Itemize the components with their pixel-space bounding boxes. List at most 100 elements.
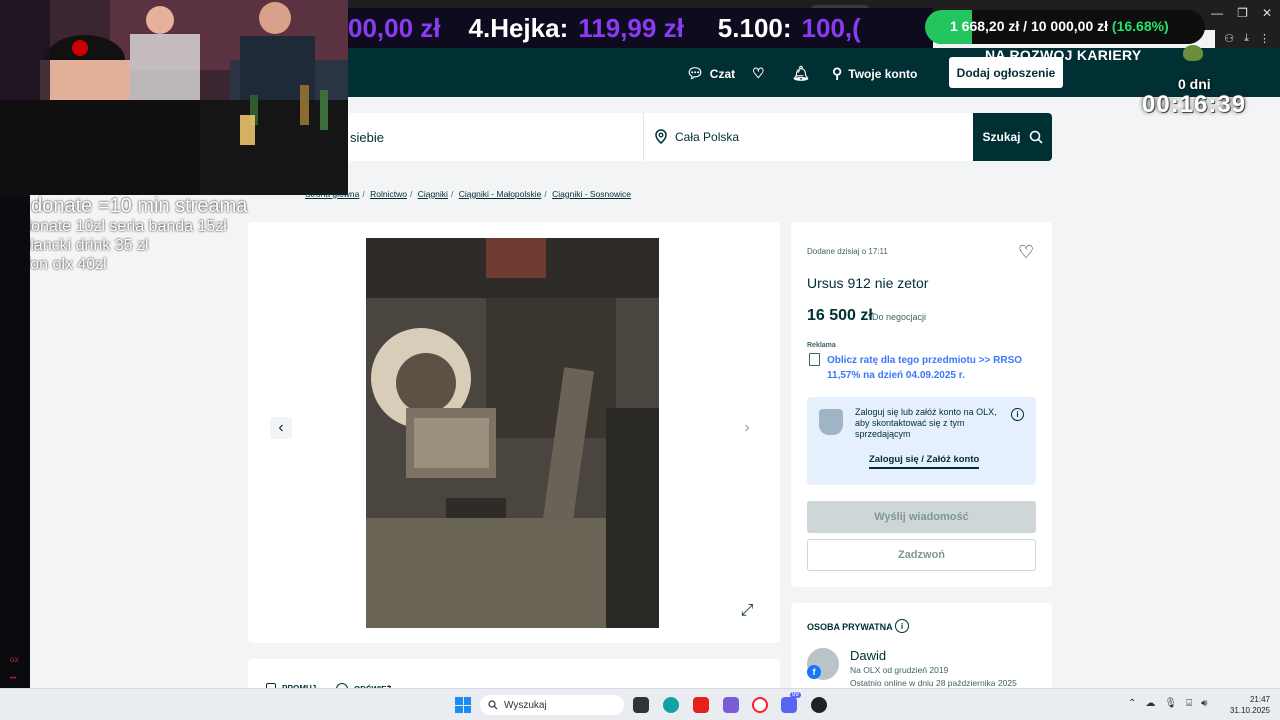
installment-calculator-link[interactable]: Oblicz ratę dla tego przedmiotu >> RRSO … — [827, 353, 1027, 383]
breadcrumb-tractors-region[interactable]: Ciągniki - Małopolskie — [459, 189, 542, 199]
left-side-panel — [0, 195, 30, 688]
seller-info-icon[interactable]: i — [895, 619, 909, 633]
search-icon — [1029, 130, 1043, 144]
location-value: Cała Polska — [675, 129, 740, 144]
stream-price-ticker: 00,00 zł 4.Hejka: 119,99 zł 5.100: 100,( — [348, 8, 933, 48]
next-image-arrow-icon[interactable]: › — [736, 417, 758, 439]
chat-link[interactable]: 💬︎ Czat — [686, 65, 735, 82]
breadcrumb: Strona główna / Rolnictwo / Ciągniki / Ciąg… — [305, 189, 632, 199]
tray-chevron-icon[interactable]: ⌃ — [1128, 698, 1136, 709]
account-label: Twoje konto — [848, 66, 918, 81]
search-bar: siebie Cała Polska — [348, 113, 974, 161]
ad-added-date: Dodane dzisiaj o 17:11 — [807, 247, 888, 256]
ticker-item4-label: 4.Hejka: — [468, 12, 569, 43]
ticker-item4-price: 119,99 zł — [578, 12, 684, 43]
negotiable-label: Do negocjacji — [872, 312, 927, 322]
clock-time: 21:47 — [1249, 695, 1270, 704]
career-goal-text: NA ROZWOJ KARIERY — [985, 47, 1142, 63]
seller-last-online: Ostatnio online w dniu 28 października 2… — [850, 678, 1017, 688]
windows-taskbar: Wyszukaj 99 ⌃ ☁ 🎙︎ ⌸ 🔊︎ 21:47 31.10.2025 — [0, 688, 1280, 720]
breadcrumb-agriculture[interactable]: Rolnictwo — [370, 189, 407, 199]
system-tray: ⌃ ☁ 🎙︎ ⌸ 🔊︎ — [1128, 698, 1207, 709]
call-button[interactable]: Zadzwoń — [807, 539, 1036, 571]
chat-label: Czat — [709, 66, 736, 81]
login-prompt-box: Zaloguj się lub załóż konto na OLX, aby … — [807, 397, 1036, 485]
fullscreen-expand-icon[interactable]: ⤢ — [736, 600, 758, 622]
donate-line-2: od donate 10zl seria banda 15zł — [0, 218, 227, 235]
login-register-link[interactable]: Zaloguj się / Załóż konto — [869, 454, 980, 469]
browser-toolbar-icons: ⚇ ⤓ ⋮ — [1224, 32, 1270, 45]
donation-goal-bar: 1 668,20 zł / 10 000,00 zł (16.68%) — [925, 10, 1205, 44]
donate-line-1: 1zl donate =10 min streama — [0, 195, 248, 217]
breadcrumb-home[interactable]: Strona główna — [305, 189, 359, 199]
ticker-item5-label: 5.100: — [717, 12, 792, 43]
favorite-heart-icon[interactable]: ♡ — [1018, 242, 1034, 263]
frog-emote-icon — [1183, 45, 1203, 61]
notifications-bell-icon[interactable]: 🔔︎ — [792, 65, 810, 82]
location-input[interactable]: Cała Polska — [655, 129, 739, 144]
microphone-icon[interactable]: 🎙︎ — [1164, 698, 1177, 709]
login-prompt-text: Zaloguj się lub załóż konto na OLX, aby … — [855, 407, 997, 439]
breadcrumb-tractors[interactable]: Ciągniki — [418, 189, 448, 199]
taskbar-search-placeholder: Wyszukaj — [504, 699, 547, 711]
info-icon[interactable]: i — [1011, 408, 1024, 421]
taskbar-search-icon — [488, 700, 498, 710]
ad-details-card: Dodane dzisiaj o 17:11 ♡ Ursus 912 nie z… — [791, 222, 1052, 587]
downloads-icon[interactable]: ⤓ — [1244, 32, 1249, 45]
opera-browser-icon[interactable] — [752, 697, 768, 713]
search-button[interactable]: Szukaj — [973, 113, 1052, 161]
donate-info-overlay: 1zl donate =10 min streama od donate 10z… — [0, 195, 247, 274]
goal-text: 1 668,20 zł / 10 000,00 zł (16.68%) — [950, 18, 1169, 34]
discord-badge: 99 — [790, 692, 801, 698]
send-message-button[interactable]: Wyślij wiadomość — [807, 501, 1036, 533]
location-pin-icon — [655, 129, 667, 144]
ticker-item5-price: 100,( — [801, 12, 861, 43]
clock-date: 31.10.2025 — [1229, 706, 1270, 715]
image-gallery: ‹ › ⤢ — [248, 222, 780, 643]
calculator-icon — [809, 353, 820, 366]
ticker-partial-price: 00,00 zł — [348, 12, 441, 43]
donate-line-3: egielancki drink 35 zl — [0, 237, 149, 254]
search-divider — [643, 113, 644, 161]
system-clock[interactable]: 21:47 31.10.2025 — [1228, 694, 1270, 716]
discord-app-icon[interactable] — [781, 697, 797, 713]
taskbar-search-input[interactable]: Wyszukaj — [480, 695, 624, 715]
previous-image-arrow-icon[interactable]: ‹ — [270, 417, 292, 439]
youtube-app-icon[interactable] — [693, 697, 709, 713]
seller-type-label: OSOBA PRYWATNA — [807, 622, 893, 632]
seller-name[interactable]: Dawid — [850, 648, 886, 663]
facebook-icon: f — [807, 665, 821, 679]
minimize-icon[interactable]: — — [1211, 6, 1223, 21]
slack-app-icon[interactable] — [723, 697, 739, 713]
days-counter: 0 dni — [1178, 76, 1211, 92]
task-view-icon[interactable] — [633, 697, 649, 713]
search-input[interactable]: siebie — [350, 130, 384, 145]
close-icon[interactable]: ✕ — [1262, 6, 1272, 21]
donate-line-4: telefon olx 40zl — [0, 256, 107, 273]
network-icon[interactable]: ⌸ — [1186, 698, 1192, 709]
seller-member-since: Na OLX od grudzień 2019 — [850, 665, 949, 675]
favorites-heart-icon[interactable]: ♡ — [752, 65, 765, 82]
webcam-feed — [0, 0, 348, 195]
breadcrumb-tractors-city[interactable]: Ciągniki - Sosnowice — [552, 189, 631, 199]
seller-card: OSOBA PRYWATNA i f Dawid Na OLX od grudz… — [791, 603, 1052, 699]
login-illustration-icon — [819, 409, 843, 435]
windows-start-icon[interactable] — [455, 697, 471, 713]
maximize-icon[interactable]: ❐ — [1237, 6, 1248, 21]
edge-browser-icon[interactable] — [663, 697, 679, 713]
ad-price: 16 500 zł — [807, 307, 873, 324]
user-icon: ⚲ — [832, 65, 843, 81]
profile-icon[interactable]: ⚇ — [1224, 32, 1234, 45]
advertisement-label: Reklama — [807, 342, 836, 349]
left-side-labels: GX ••• — [10, 658, 19, 682]
stream-timer: 00:16:39 — [1142, 91, 1247, 118]
menu-icon[interactable]: ⋮ — [1259, 32, 1270, 45]
ad-title: Ursus 912 nie zetor — [807, 275, 929, 291]
volume-icon[interactable]: 🔊︎ — [1201, 698, 1207, 709]
onedrive-cloud-icon[interactable]: ☁ — [1145, 698, 1155, 709]
chat-bubble-icon: 💬︎ — [686, 65, 704, 81]
account-link[interactable]: ⚲ Twoje konto — [832, 65, 917, 82]
steam-app-icon[interactable] — [811, 697, 827, 713]
listing-photo[interactable] — [366, 238, 659, 628]
search-button-label: Szukaj — [982, 130, 1021, 144]
